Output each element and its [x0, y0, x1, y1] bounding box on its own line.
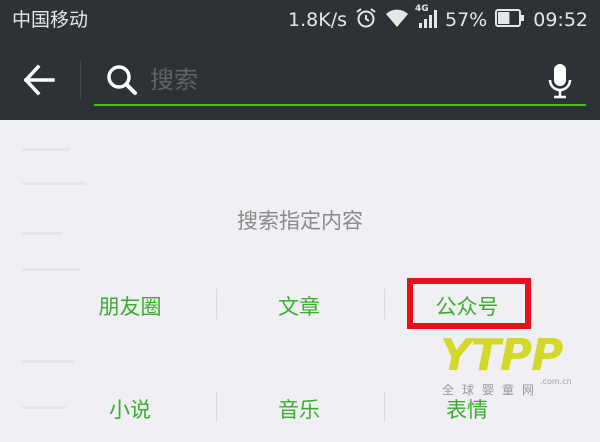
wifi-icon	[385, 8, 409, 33]
header-divider	[80, 60, 81, 100]
watermark-domain: .com.cn	[540, 377, 572, 386]
search-header	[0, 40, 600, 120]
clock: 09:52	[533, 9, 588, 31]
microphone-icon	[548, 64, 572, 99]
battery-icon	[495, 8, 525, 32]
back-button[interactable]	[20, 62, 60, 98]
search-field[interactable]	[94, 54, 586, 106]
carrier-label: 中国移动	[12, 9, 89, 31]
status-bar: 中国移动 1.8K/s 4G 57% 09:52	[0, 0, 600, 40]
background-ghost-line	[22, 182, 86, 185]
watermark-logo: YTPP .com.cn 全球婴童网	[440, 333, 590, 399]
search-options-panel: 搜索指定内容 朋友圈 文章 公众号 小说 音乐 表情 YTPP .com.cn …	[0, 120, 600, 442]
background-ghost-line	[22, 148, 70, 151]
background-ghost-line	[22, 360, 74, 363]
back-arrow-icon	[23, 64, 55, 96]
watermark-subtitle: 全球婴童网	[442, 383, 543, 397]
section-title: 搜索指定内容	[237, 209, 363, 233]
voice-input-button[interactable]	[548, 62, 572, 100]
network-speed: 1.8K/s	[288, 9, 347, 31]
search-icon	[106, 64, 138, 96]
search-input[interactable]	[150, 61, 530, 99]
background-ghost-line	[22, 268, 80, 271]
network-type-label: 4G	[415, 3, 429, 14]
signal-icon: 4G	[415, 3, 441, 34]
highlight-box	[407, 278, 531, 329]
battery-percent: 57%	[445, 9, 488, 31]
status-indicators: 1.8K/s 4G 57% 09:52	[280, 3, 588, 34]
watermark-logo-text: YTPP	[440, 330, 563, 381]
alarm-icon	[355, 7, 377, 34]
